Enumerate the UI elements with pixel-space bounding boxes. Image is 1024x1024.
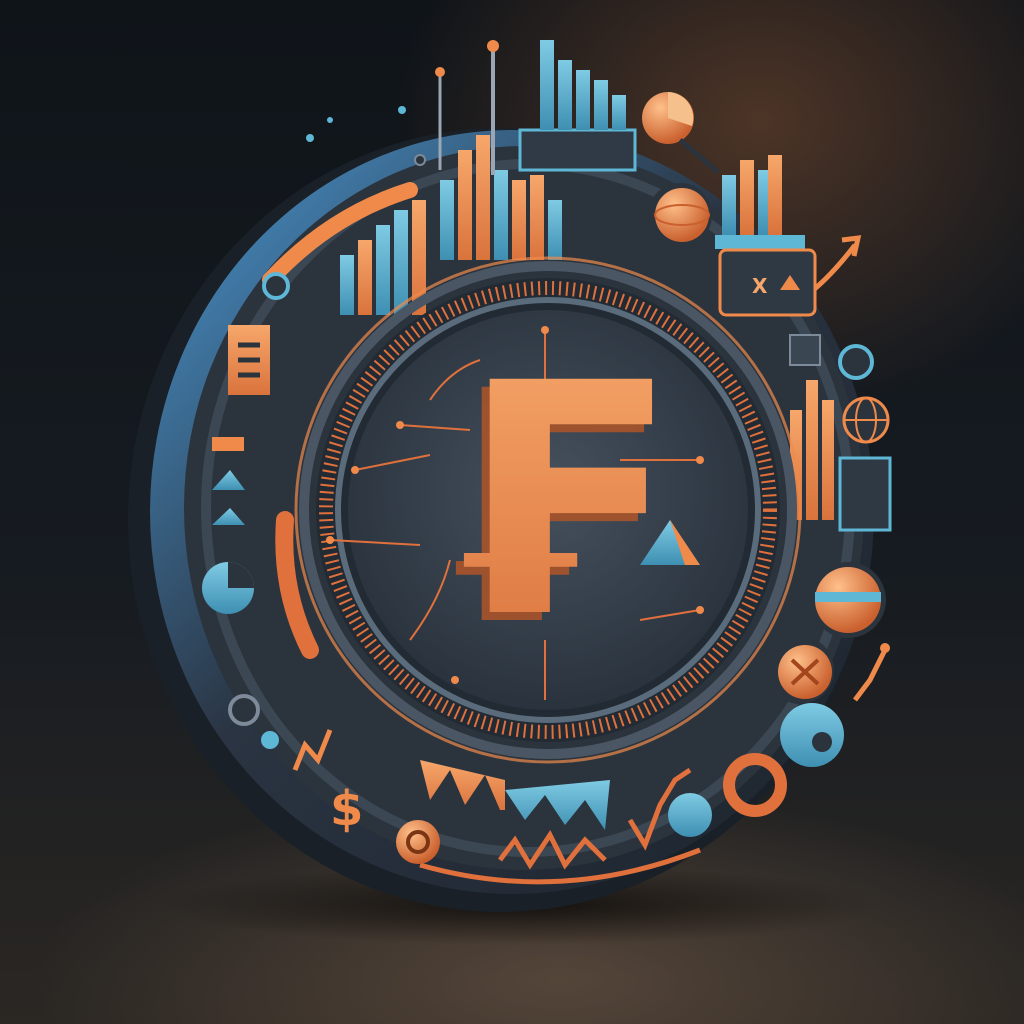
pie-chart-left-icon: [202, 562, 254, 614]
wrench-ball-icon: [780, 703, 844, 767]
globe-ball-icon: [648, 183, 712, 247]
striped-ball-icon: [810, 562, 886, 638]
bar-chart-right: [715, 155, 805, 249]
wireframe-globe-icon: [842, 396, 890, 444]
trend-line-lower-right: [853, 648, 888, 702]
svg-text:₣: ₣: [440, 316, 663, 688]
x-label-panel: X: [718, 248, 817, 317]
x-label: X: [752, 274, 768, 298]
finance-emblem-scene: X $ ₣ ₣: [0, 0, 1024, 1024]
blue-dot-left: [261, 731, 279, 749]
finance-emblem-illustration: X $ ₣ ₣: [128, 40, 892, 945]
small-knob-left-lower: [228, 694, 260, 726]
pie-chart-icon: [642, 92, 720, 174]
document-list-icon: [228, 325, 270, 395]
blue-ball-bottom: [668, 793, 712, 837]
cross-ball-icon: [766, 636, 834, 704]
franc-currency-symbol: ₣ ₣: [432, 316, 663, 696]
small-knob-left: [262, 272, 290, 300]
dollar-sign-icon: $: [330, 781, 363, 837]
small-knob-icon: [838, 344, 874, 380]
coin-icon-bottom: [396, 820, 440, 864]
